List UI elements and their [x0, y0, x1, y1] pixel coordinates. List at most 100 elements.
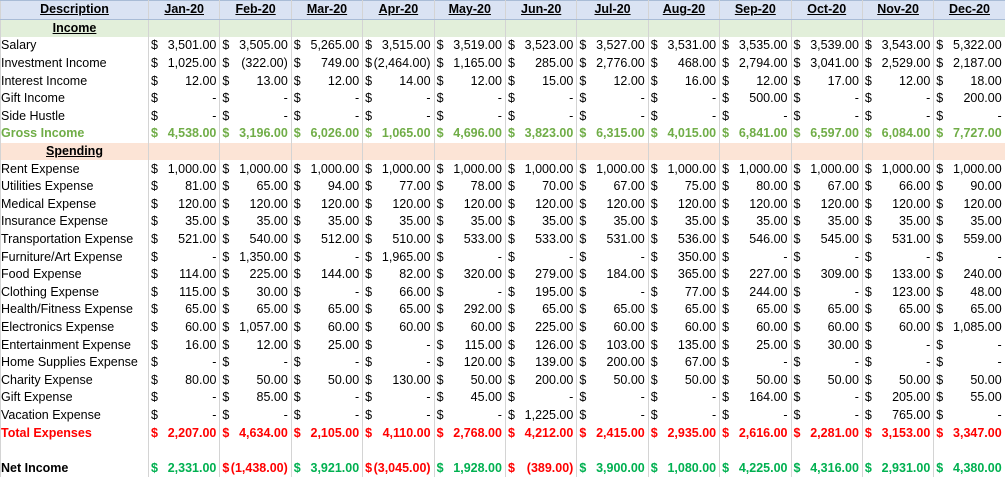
value-cell[interactable]: $60.00 — [719, 318, 792, 337]
value-cell[interactable]: $765.00 — [861, 406, 935, 425]
value-cell[interactable]: $35.00 — [362, 213, 435, 231]
cell[interactable] — [433, 19, 506, 38]
value-cell[interactable]: $ - — [504, 389, 578, 407]
value-cell[interactable]: $ - — [147, 389, 221, 407]
value-cell[interactable]: $ - — [647, 406, 721, 425]
value-cell[interactable]: $4,538.00 — [147, 125, 221, 143]
value-cell[interactable]: $120.00 — [433, 195, 506, 214]
value-cell[interactable]: $135.00 — [647, 336, 721, 354]
value-cell[interactable]: $80.00 — [719, 177, 792, 196]
value-cell[interactable]: $244.00 — [719, 283, 792, 302]
value-cell[interactable]: $ - — [433, 283, 506, 302]
value-cell[interactable]: $120.00 — [861, 195, 935, 214]
cell[interactable] — [576, 142, 649, 161]
value-cell[interactable]: $4,634.00 — [219, 424, 292, 442]
value-cell[interactable]: $65.00 — [290, 301, 364, 319]
value-cell[interactable]: $1,025.00 — [147, 54, 221, 73]
value-cell[interactable]: $ - — [647, 389, 721, 407]
value-cell[interactable]: $2,768.00 — [433, 424, 506, 442]
value-cell[interactable]: $35.00 — [147, 213, 221, 231]
value-cell[interactable]: $35.00 — [433, 213, 506, 231]
value-cell[interactable]: $16.00 — [147, 336, 221, 354]
row-label[interactable]: Home Supplies Expense — [0, 353, 149, 372]
value-cell[interactable]: $50.00 — [861, 371, 935, 390]
value-cell[interactable]: $227.00 — [719, 265, 792, 284]
value-cell[interactable]: $205.00 — [861, 389, 935, 407]
value-cell[interactable]: $25.00 — [290, 336, 364, 354]
value-cell[interactable]: $1,000.00 — [219, 160, 292, 178]
value-cell[interactable]: $6,315.00 — [576, 125, 649, 143]
row-label[interactable]: Food Expense — [0, 265, 149, 284]
value-cell[interactable]: $3,523.00 — [504, 37, 578, 55]
value-cell[interactable]: $65.00 — [219, 301, 292, 319]
value-cell[interactable]: $50.00 — [719, 371, 792, 390]
header-month[interactable]: Dec-20 — [933, 0, 1005, 20]
value-cell[interactable]: $ - — [790, 283, 863, 302]
value-cell[interactable]: $67.00 — [647, 353, 721, 372]
value-cell[interactable]: $285.00 — [504, 54, 578, 73]
value-cell[interactable]: $120.00 — [290, 195, 364, 214]
value-cell[interactable]: $2,529.00 — [861, 54, 935, 73]
value-cell[interactable]: $35.00 — [219, 213, 292, 231]
value-cell[interactable]: $3,543.00 — [861, 37, 935, 55]
value-cell[interactable]: $ - — [433, 248, 506, 266]
value-cell[interactable]: $540.00 — [219, 230, 292, 249]
header-month[interactable]: Apr-20 — [362, 0, 435, 20]
value-cell[interactable]: $12.00 — [290, 72, 364, 90]
value-cell[interactable]: $3,823.00 — [504, 125, 578, 143]
value-cell[interactable]: $12.00 — [576, 72, 649, 90]
value-cell[interactable]: $1,000.00 — [933, 160, 1005, 178]
value-cell[interactable]: $50.00 — [576, 371, 649, 390]
value-cell[interactable]: $ - — [433, 107, 506, 126]
cell[interactable] — [861, 19, 935, 38]
value-cell[interactable]: $6,026.00 — [290, 125, 364, 143]
value-cell[interactable]: $1,085.00 — [933, 318, 1005, 337]
value-cell[interactable]: $120.00 — [719, 195, 792, 214]
value-cell[interactable]: $ - — [576, 248, 649, 266]
value-cell[interactable]: $ - — [504, 89, 578, 108]
row-label[interactable]: Utilities Expense — [0, 177, 149, 196]
value-cell[interactable]: $4,212.00 — [504, 424, 578, 442]
value-cell[interactable]: $510.00 — [362, 230, 435, 249]
cell[interactable] — [933, 142, 1005, 161]
row-label[interactable]: Charity Expense — [0, 371, 149, 390]
value-cell[interactable]: $3,196.00 — [219, 125, 292, 143]
value-cell[interactable]: $48.00 — [933, 283, 1005, 302]
value-cell[interactable]: $ - — [290, 406, 364, 425]
value-cell[interactable]: $35.00 — [933, 213, 1005, 231]
header-month[interactable]: Jul-20 — [576, 0, 649, 20]
income-section-header-label[interactable]: Income — [0, 19, 149, 38]
value-cell[interactable]: $60.00 — [576, 318, 649, 337]
value-cell[interactable]: $521.00 — [147, 230, 221, 249]
value-cell[interactable]: $77.00 — [362, 177, 435, 196]
value-cell[interactable]: $12.00 — [719, 72, 792, 90]
value-cell[interactable]: $ - — [290, 353, 364, 372]
value-cell[interactable]: $60.00 — [362, 318, 435, 337]
cell[interactable] — [647, 19, 721, 38]
value-cell[interactable]: $80.00 — [147, 371, 221, 390]
value-cell[interactable]: $ - — [933, 406, 1005, 425]
value-cell[interactable]: $3,531.00 — [647, 37, 721, 55]
value-cell[interactable]: $81.00 — [147, 177, 221, 196]
value-cell[interactable]: $225.00 — [219, 265, 292, 284]
header-month[interactable]: Mar-20 — [290, 0, 364, 20]
value-cell[interactable]: $ - — [790, 353, 863, 372]
row-label[interactable]: Insurance Expense — [0, 213, 149, 231]
value-cell[interactable]: $65.00 — [861, 301, 935, 319]
value-cell[interactable]: $66.00 — [362, 283, 435, 302]
header-description[interactable]: Description — [0, 0, 149, 20]
value-cell[interactable]: $533.00 — [504, 230, 578, 249]
value-cell[interactable]: $67.00 — [790, 177, 863, 196]
value-cell[interactable]: $1,965.00 — [362, 248, 435, 266]
value-cell[interactable]: $3,519.00 — [433, 37, 506, 55]
value-cell[interactable]: $ - — [576, 89, 649, 108]
value-cell[interactable]: $65.00 — [219, 177, 292, 196]
value-cell[interactable]: $50.00 — [790, 371, 863, 390]
value-cell[interactable]: $ (322.00) — [219, 54, 292, 73]
value-cell[interactable]: $ - — [861, 248, 935, 266]
value-cell[interactable]: $103.00 — [576, 336, 649, 354]
value-cell[interactable]: $60.00 — [290, 318, 364, 337]
value-cell[interactable]: $12.00 — [433, 72, 506, 90]
value-cell[interactable]: $2,931.00 — [861, 459, 935, 478]
value-cell[interactable]: $65.00 — [576, 301, 649, 319]
